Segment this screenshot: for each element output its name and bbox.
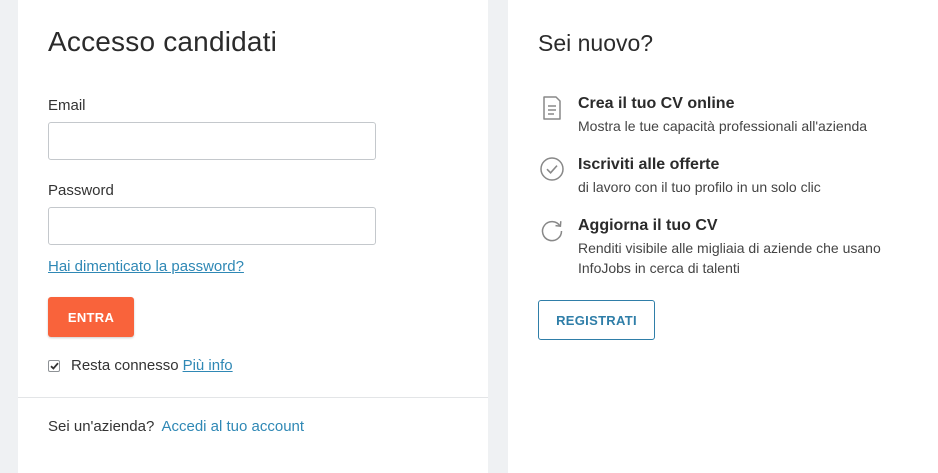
register-panel: Sei nuovo? Crea il tuo CV online Mostra …	[508, 0, 938, 473]
password-field[interactable]	[48, 207, 376, 245]
benefit-apply-offers: Iscriviti alle offerte di lavoro con il …	[538, 155, 928, 197]
register-title: Sei nuovo?	[538, 30, 654, 56]
benefit-create-cv: Crea il tuo CV online Mostra le tue capa…	[538, 94, 928, 136]
forgot-password-link[interactable]: Hai dimenticato la password?	[48, 258, 244, 275]
remember-me-checkbox[interactable]	[48, 359, 60, 372]
more-info-link[interactable]: Più info	[183, 357, 233, 374]
register-button[interactable]: REGISTRATI	[538, 300, 655, 340]
login-title: Accesso candidati	[48, 26, 278, 57]
email-label: Email	[48, 97, 86, 114]
checkmark-icon	[49, 362, 59, 370]
benefit-description: di lavoro con il tuo profilo in un solo …	[578, 179, 821, 195]
check-circle-icon	[540, 157, 564, 181]
benefit-title: Crea il tuo CV online	[578, 95, 735, 112]
remember-me-label: Resta connesso	[71, 357, 179, 374]
company-login-row: Sei un'azienda? Accedi al tuo account	[48, 418, 304, 435]
login-panel: Accesso candidati Email Password Hai dim…	[18, 0, 488, 473]
company-prompt: Sei un'azienda?	[48, 418, 155, 435]
login-button[interactable]: ENTRA	[48, 297, 134, 337]
company-login-link[interactable]: Accedi al tuo account	[161, 418, 304, 435]
benefit-title: Aggiorna il tuo CV	[578, 217, 718, 234]
refresh-icon	[541, 220, 563, 242]
benefit-description: Renditi visibile alle migliaia di aziend…	[578, 240, 881, 276]
benefit-update-cv: Aggiorna il tuo CV Renditi visibile alle…	[538, 216, 928, 278]
remember-me-row: Resta connesso Più info	[48, 357, 233, 374]
benefit-title: Iscriviti alle offerte	[578, 156, 720, 173]
benefit-description: Mostra le tue capacità professionali all…	[578, 118, 868, 134]
password-label: Password	[48, 182, 114, 199]
document-icon	[543, 96, 561, 120]
divider	[18, 397, 488, 398]
email-field[interactable]	[48, 122, 376, 160]
